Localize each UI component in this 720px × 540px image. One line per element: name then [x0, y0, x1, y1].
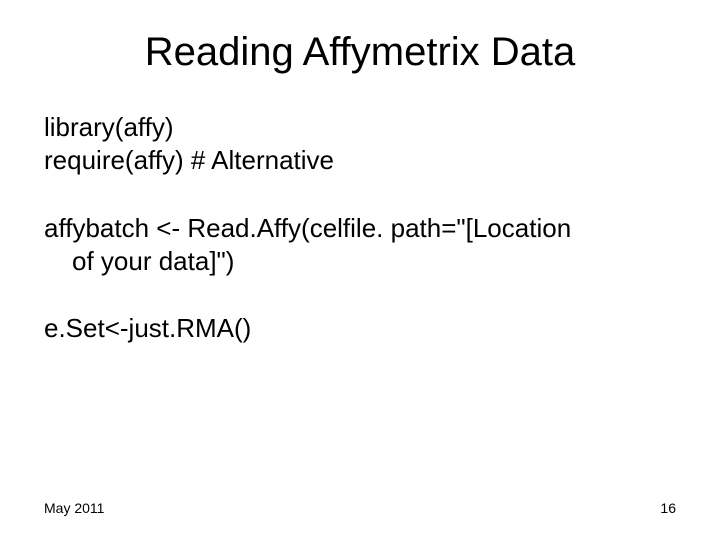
slide: Reading Affymetrix Data library(affy) re… — [0, 0, 720, 540]
slide-body: library(affy) require(affy) # Alternativ… — [44, 111, 676, 345]
code-line: e.Set<-just.RMA() — [44, 312, 676, 345]
code-line-continuation: of your data]") — [44, 245, 676, 278]
footer-date: May 2011 — [44, 500, 104, 516]
slide-footer: May 2011 16 — [44, 500, 676, 516]
footer-page-number: 16 — [660, 500, 676, 516]
code-line: affybatch <- Read.Affy(celfile. path="[L… — [44, 212, 676, 245]
code-line: require(affy) # Alternative — [44, 144, 676, 177]
code-line: library(affy) — [44, 111, 676, 144]
code-block-library: library(affy) require(affy) # Alternativ… — [44, 111, 676, 178]
slide-title: Reading Affymetrix Data — [44, 30, 676, 75]
code-block-affybatch: affybatch <- Read.Affy(celfile. path="[L… — [44, 212, 676, 279]
code-block-eset: e.Set<-just.RMA() — [44, 312, 676, 345]
